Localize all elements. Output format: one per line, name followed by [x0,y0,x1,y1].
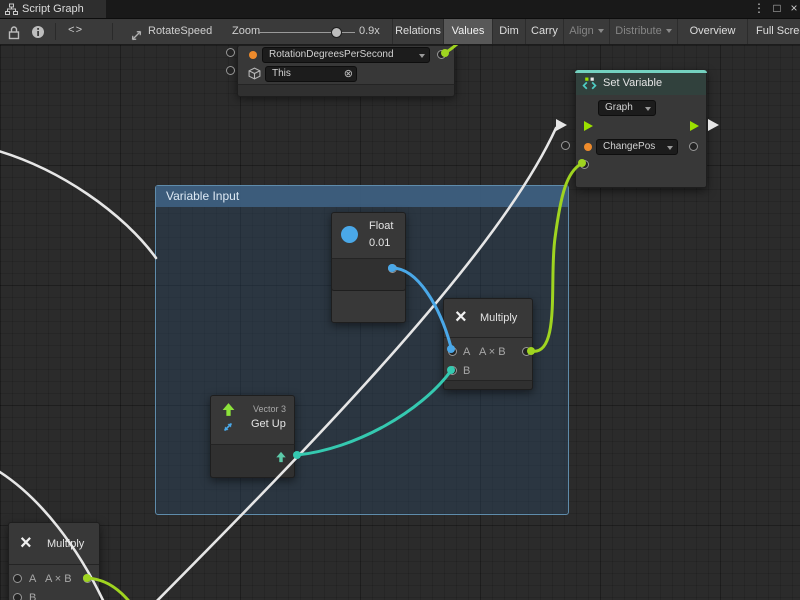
overview-button[interactable]: Overview [677,19,747,44]
group-title: Variable Input [166,189,239,203]
variable-scope-dropdown[interactable]: Graph [598,100,656,116]
port[interactable] [448,366,457,375]
port-label-a: A [463,346,470,358]
flow-output-arrow[interactable] [690,121,699,131]
node-get-variable-rotation[interactable]: RotationDegreesPerSecond This ⊗ [237,45,455,96]
script-graph-icon [5,3,18,16]
variable-name-dropdown[interactable]: RotationDegreesPerSecond [262,47,430,63]
code-view-icon[interactable]: <> [68,19,83,44]
node-set-variable[interactable]: Set Variable Graph ChangePos [575,70,707,188]
distribute-button[interactable]: Distribute [609,19,677,44]
port-label-result: A × B [45,573,72,585]
up-arrow-icon [221,402,236,417]
dim-button[interactable]: Dim [492,19,525,44]
object-picker-icon[interactable]: ⊗ [344,67,353,81]
node-float-literal[interactable]: Float 0.01 [331,212,406,323]
kebab-menu-icon[interactable]: ⋮ [751,0,767,18]
set-variable-icon [582,77,597,92]
port[interactable] [83,574,92,583]
graph-asset-icon [130,29,143,42]
port[interactable] [580,160,589,169]
carry-button[interactable]: Carry [525,19,563,44]
align-button[interactable]: Align [563,19,609,44]
port[interactable] [561,141,570,150]
relations-button[interactable]: Relations [392,19,443,44]
port[interactable] [437,50,446,59]
node-footer [237,84,455,97]
variable-type-dot [249,51,257,59]
port[interactable] [689,142,698,151]
node-title: Float [369,220,393,232]
port[interactable] [522,347,531,356]
node-title: Multiply [47,538,84,550]
toolbar-separator [55,23,56,40]
port-label-b: B [29,592,36,600]
node-footer [331,258,406,291]
graph-name-label: RotateSpeed [148,19,212,44]
info-icon[interactable] [31,25,45,39]
float-value[interactable]: 0.01 [369,237,390,249]
zoom-label: Zoom [232,19,260,44]
flow-arrowhead [708,119,719,131]
node-title: Multiply [480,312,517,324]
zoom-slider-handle[interactable] [331,27,342,38]
flow-arrowhead [556,119,567,131]
vector-diagonal-arrows-icon [221,420,235,434]
node-divider [444,337,532,338]
node-multiply-2[interactable]: × Multiply A A × B B [8,522,100,600]
port-label-result: A × B [479,346,506,358]
toolbar-separator [112,23,113,40]
variable-type-dot [584,143,592,151]
node-footer [443,380,533,390]
node-title: Set Variable [603,77,662,89]
port-label-a: A [29,573,36,585]
graph-canvas[interactable]: Variable Input RotationDegreesPerSecond … [0,45,800,600]
gameobject-cube-icon [248,67,261,80]
float-type-icon [341,226,358,243]
node-multiply[interactable]: × Multiply A A × B B [443,298,533,390]
port-label-b: B [463,365,470,377]
fullscreen-button[interactable]: Full Screen [747,19,800,44]
variable-name-dropdown[interactable]: ChangePos [596,139,678,155]
port[interactable] [226,48,235,57]
graph-toolbar: <> RotateSpeed Zoom 0.9x Relations Value… [0,18,800,45]
port[interactable] [13,593,22,600]
node-divider [9,564,99,565]
group-header[interactable]: Variable Input [156,186,568,207]
lock-icon[interactable] [8,26,20,40]
tab-script-graph[interactable]: Script Graph [0,0,106,18]
node-title: Get Up [251,418,286,430]
maximize-icon[interactable]: □ [769,0,785,18]
vector-output-icon[interactable] [275,451,287,463]
port[interactable] [448,347,457,356]
port[interactable] [13,574,22,583]
zoom-value: 0.9x [359,19,380,44]
port[interactable] [226,66,235,75]
multiply-icon: × [20,533,32,553]
node-type-label: Vector 3 [253,404,286,414]
flow-input-arrow[interactable] [584,121,593,131]
target-object-field[interactable]: This ⊗ [265,66,357,82]
tab-label: Script Graph [22,0,84,18]
node-vector3-get-up[interactable]: Vector 3 Get Up [210,395,295,478]
titlebar: Script Graph ⋮ □ × [0,0,800,18]
values-button[interactable]: Values [443,19,492,44]
close-icon[interactable]: × [786,0,800,18]
port[interactable] [388,264,397,273]
wire-flow-white [0,148,156,258]
multiply-icon: × [455,307,467,327]
unity-script-graph-window: Script Graph ⋮ □ × <> RotateSpeed Zoom 0… [0,0,800,600]
